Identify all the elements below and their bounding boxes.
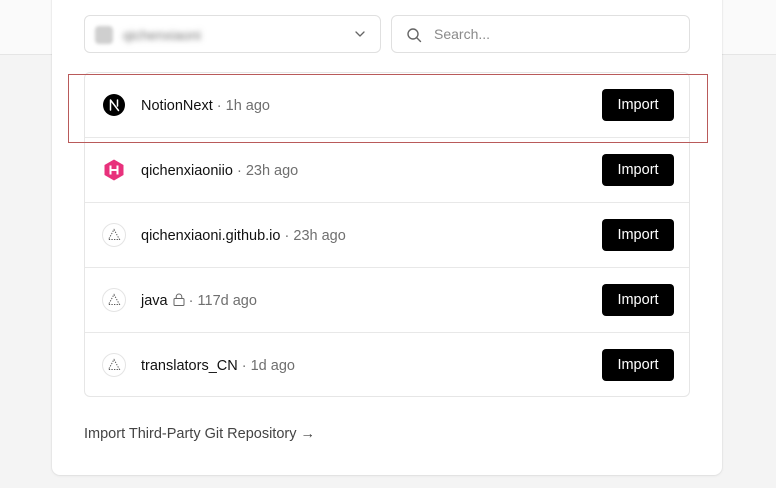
hexo-icon (104, 159, 124, 181)
repository-updated-time: 1d ago (250, 358, 295, 374)
repository-row: NotionNext · 1h ago Import (85, 73, 689, 138)
repository-info: java · 117d ago (141, 290, 257, 312)
repository-info: qichenxiaoniio · 23h ago (141, 160, 298, 182)
import-button[interactable]: Import (602, 219, 674, 251)
repository-row: qichenxiaoni.github.io · 23h ago Import (85, 203, 689, 268)
repository-list: NotionNext · 1h ago Import qichenxiaonii… (84, 72, 690, 397)
separator: · (216, 98, 222, 114)
separator: · (236, 163, 242, 179)
repository-name: NotionNext (141, 98, 213, 114)
repository-search (391, 15, 690, 53)
repository-name: qichenxiaoniio (141, 163, 233, 179)
import-button[interactable]: Import (602, 349, 674, 381)
search-icon (407, 28, 422, 43)
search-input[interactable] (434, 16, 674, 52)
repository-name: java (141, 293, 168, 309)
import-third-party-repo-link[interactable]: Import Third-Party Git Repository → (84, 426, 315, 442)
separator: · (284, 228, 290, 244)
nextjs-icon (103, 94, 125, 116)
repository-name: translators_CN (141, 358, 238, 374)
import-button[interactable]: Import (602, 154, 674, 186)
import-button[interactable]: Import (602, 284, 674, 316)
triangle-icon (102, 353, 126, 377)
triangle-icon (102, 288, 126, 312)
import-button[interactable]: Import (602, 89, 674, 121)
repository-updated-time: 117d ago (197, 293, 257, 309)
lock-icon (173, 293, 185, 306)
repository-updated-time: 23h ago (245, 163, 299, 179)
chevron-down-icon (355, 31, 365, 37)
account-name: qichenxiaoni (123, 27, 201, 43)
repository-info: translators_CN · 1d ago (141, 355, 295, 377)
repository-row: qichenxiaoniio · 23h ago Import (85, 138, 689, 203)
repository-row: translators_CN · 1d ago Import (85, 333, 689, 398)
separator: · (188, 293, 194, 309)
repository-name: qichenxiaoni.github.io (141, 228, 281, 244)
git-scope-selector[interactable]: qichenxiaoni (84, 15, 381, 53)
repository-info: NotionNext · 1h ago (141, 95, 270, 117)
repository-row: java · 117d ago Import (85, 268, 689, 333)
account-avatar (95, 26, 113, 44)
repository-updated-time: 1h ago (225, 98, 270, 114)
repository-updated-time: 23h ago (293, 228, 346, 244)
separator: · (241, 358, 247, 374)
repository-info: qichenxiaoni.github.io · 23h ago (141, 225, 346, 247)
triangle-icon (102, 223, 126, 247)
